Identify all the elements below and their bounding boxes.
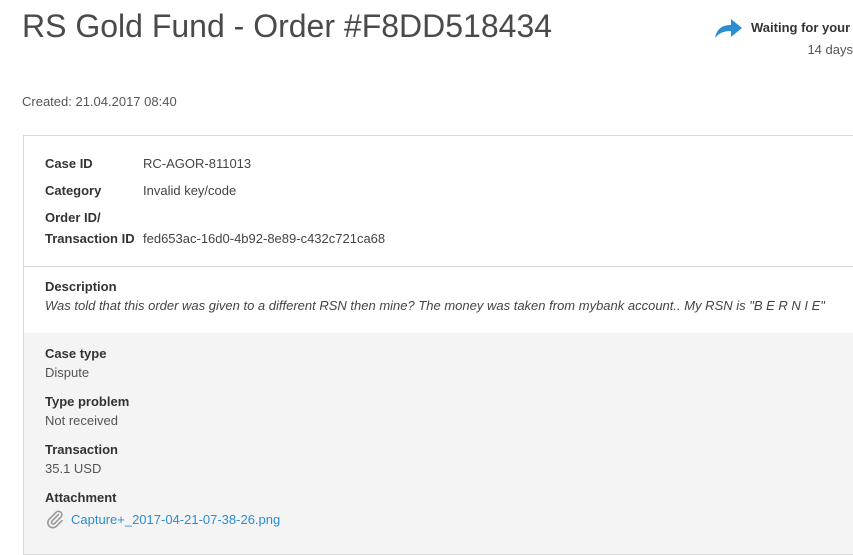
case-id-label: Case ID [45,156,93,171]
created-date: Created: 21.04.2017 08:40 [22,94,177,109]
case-card: Case ID RC-AGOR-811013 Category Invalid … [23,135,853,555]
type-problem-label: Type problem [45,394,130,409]
attachment-filename: Capture+_2017-04-21-07-38-26.png [71,511,281,527]
attachment-link[interactable]: Capture+_2017-04-21-07-38-26.png [45,509,280,529]
category-label: Category [45,183,102,198]
type-problem-value: Not received [45,413,118,428]
transaction-value: 35.1 USD [45,461,102,476]
case-type-label: Case type [45,346,107,361]
transaction-id-label: Transaction ID [45,231,135,246]
case-type-value: Dispute [45,365,90,380]
order-id-label: Order ID/ [45,210,101,225]
paperclip-icon [45,509,65,529]
case-info-section: Case ID RC-AGOR-811013 Category Invalid … [24,136,853,267]
category-value: Invalid key/code [143,183,237,198]
description-text: Was told that this order was given to a … [45,298,825,313]
description-label: Description [45,279,117,294]
case-meta-section: Case type Dispute Type problem Not recei… [24,333,853,554]
description-section: Description Was told that this order was… [24,266,853,334]
status-time: 14 days [807,42,853,57]
transaction-id-value: fed653ac-16d0-4b92-8e89-c432c721ca68 [143,231,386,246]
case-id-value: RC-AGOR-811013 [143,156,252,171]
transaction-label: Transaction [45,442,118,457]
page-title: RS Gold Fund - Order #F8DD518434 [22,8,553,44]
status-indicator: Waiting for your 14 days [713,16,853,66]
reply-arrow-icon [713,18,743,40]
status-label: Waiting for your [751,20,851,35]
attachment-label: Attachment [45,490,117,505]
